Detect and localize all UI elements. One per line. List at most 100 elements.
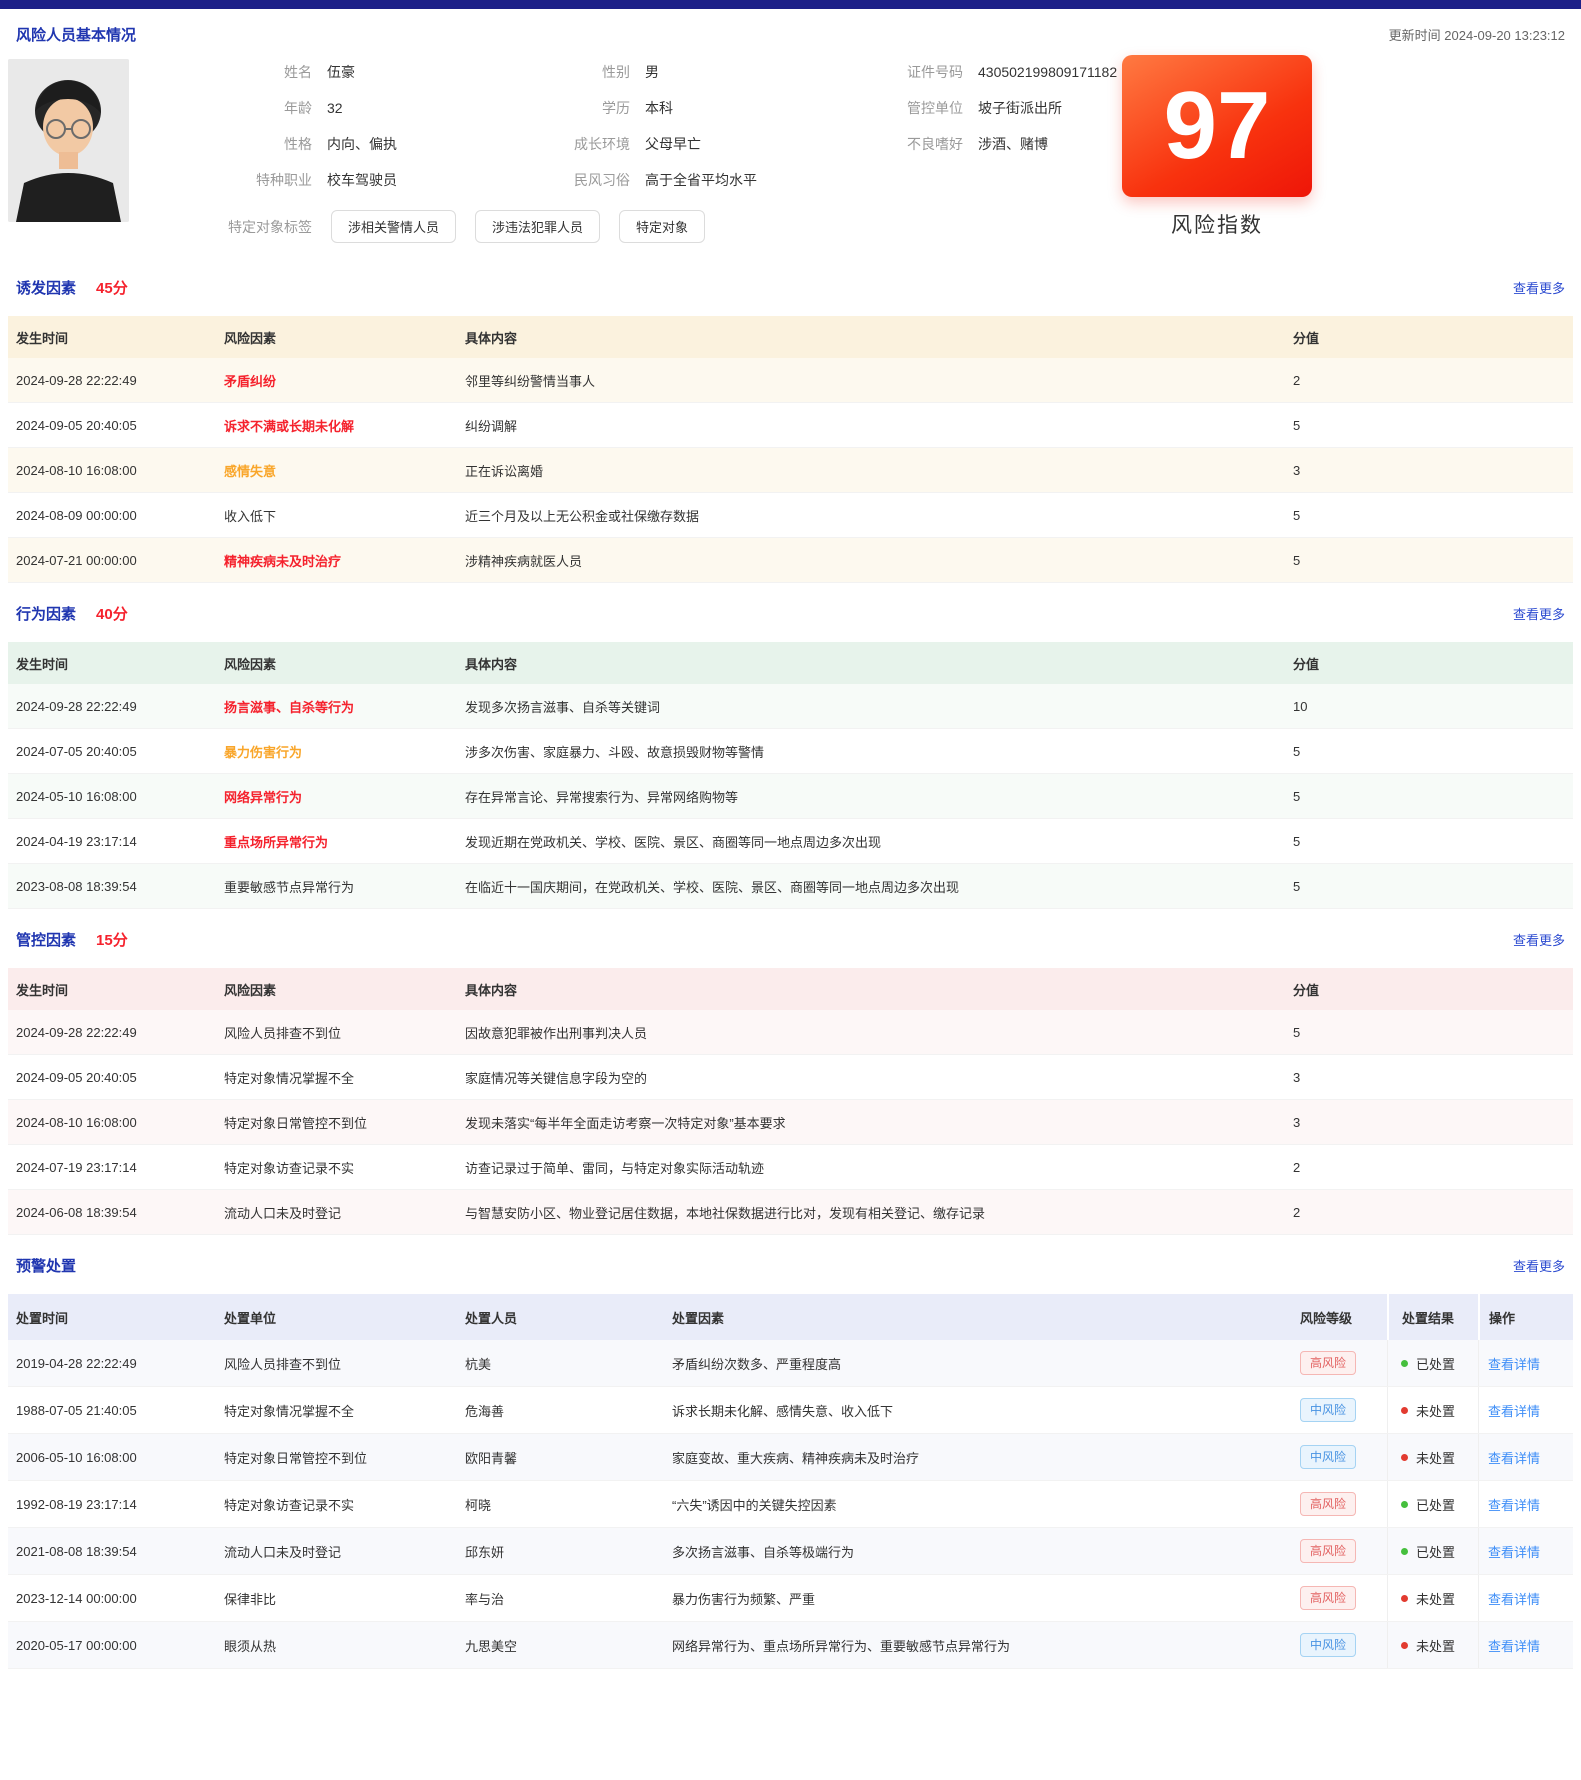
section-title: 行为因素 [16, 603, 76, 624]
see-more-link[interactable]: 查看更多 [1513, 1256, 1565, 1275]
cell-time: 2006-05-10 16:08:00 [8, 1450, 224, 1465]
table-row: 2024-08-10 16:08:00 感情失意 正在诉讼离婚 3 [8, 448, 1573, 493]
status-dot [1401, 1501, 1408, 1508]
view-detail-link[interactable]: 查看详情 [1488, 1448, 1540, 1467]
field-value: 高于全省平均水平 [645, 170, 757, 190]
cell-factor: 风险人员排查不到位 [224, 1023, 465, 1042]
view-detail-link[interactable]: 查看详情 [1488, 1636, 1540, 1655]
see-more-link[interactable]: 查看更多 [1513, 278, 1565, 297]
table-row: 2019-04-28 22:22:49 风险人员排查不到位 杭美 矛盾纠纷次数多… [8, 1340, 1573, 1387]
cell-time: 2024-04-19 23:17:14 [8, 834, 224, 849]
see-more-link[interactable]: 查看更多 [1513, 604, 1565, 623]
field-label: 管控单位 [803, 98, 963, 118]
field-label: 特种职业 [148, 170, 312, 190]
view-detail-link[interactable]: 查看详情 [1488, 1495, 1540, 1514]
cell-time: 2019-04-28 22:22:49 [8, 1356, 224, 1371]
behavior-factors-table: 发生时间 风险因素 具体内容 分值 2024-09-28 22:22:49 扬言… [8, 642, 1573, 909]
cell-time: 2023-08-08 18:39:54 [8, 879, 224, 894]
cell-score: 5 [1285, 1025, 1573, 1040]
field-value: 男 [645, 62, 659, 82]
cell-content: 在临近十一国庆期间，在党政机关、学校、医院、景区、商圈等同一地点周边多次出现 [465, 877, 1285, 896]
cell-content: 存在异常言论、异常搜索行为、异常网络购物等 [465, 787, 1285, 806]
field-value: 本科 [645, 98, 673, 118]
cell-time: 2024-09-28 22:22:49 [8, 373, 224, 388]
cell-score: 3 [1285, 463, 1573, 478]
field-bad-habits: 不良嗜好 涉酒、赌博 [803, 133, 1117, 154]
cell-action: 查看详情 [1478, 1387, 1573, 1433]
cell-factor: 扬言滋事、自杀等行为 [224, 697, 465, 716]
field-upbringing: 成长环境 父母早亡 [470, 133, 757, 154]
cell-action: 查看详情 [1478, 1340, 1573, 1386]
cell-factor: 诉求长期未化解、感情失意、收入低下 [672, 1401, 1292, 1420]
section-inducing-factors: 诱发因素 45分 查看更多 发生时间 风险因素 具体内容 分值 2024-09-… [8, 257, 1573, 583]
table-row: 2020-05-17 00:00:00 眼须从热 九思美空 网络异常行为、重点场… [8, 1622, 1573, 1669]
cell-time: 2024-07-21 00:00:00 [8, 553, 224, 568]
cell-person: 危海善 [465, 1401, 672, 1420]
cell-content: 涉精神疾病就医人员 [465, 551, 1285, 570]
section-score: 15分 [96, 929, 128, 950]
cell-result: 未处置 [1387, 1387, 1478, 1433]
field-personality: 性格 内向、偏执 [148, 133, 397, 154]
table-header-row: 处置时间 处置单位 处置人员 处置因素 风险等级 处置结果 操作 [8, 1294, 1573, 1340]
inducing-factors-table: 发生时间 风险因素 具体内容 分值 2024-09-28 22:22:49 矛盾… [8, 316, 1573, 583]
special-target-tags-row: 特定对象标签 涉相关警情人员 涉违法犯罪人员 特定对象 [148, 210, 705, 243]
cell-factor: 矛盾纠纷 [224, 371, 465, 390]
cell-factor: 重点场所异常行为 [224, 832, 465, 851]
cell-time: 2020-05-17 00:00:00 [8, 1638, 224, 1653]
cell-result: 未处置 [1387, 1622, 1478, 1668]
table-row: 2024-08-09 00:00:00 收入低下 近三个月及以上无公积金或社保缴… [8, 493, 1573, 538]
profile-fields-column-2: 性别 男 学历 本科 成长环境 父母早亡 民风习俗 高于全省平均水平 [470, 61, 757, 205]
field-label: 姓名 [148, 62, 312, 82]
table-header-row: 发生时间 风险因素 具体内容 分值 [8, 642, 1573, 684]
cell-content: 近三个月及以上无公积金或社保缴存数据 [465, 506, 1285, 525]
cell-level: 高风险 [1292, 1586, 1387, 1610]
cell-score: 5 [1285, 834, 1573, 849]
col-header-action: 操作 [1478, 1294, 1573, 1340]
table-row: 2024-07-05 20:40:05 暴力伤害行为 涉多次伤害、家庭暴力、斗殴… [8, 729, 1573, 774]
table-row: 1992-08-19 23:17:14 特定对象访查记录不实 柯晓 “六失”诱因… [8, 1481, 1573, 1528]
cell-factor: 暴力伤害行为 [224, 742, 465, 761]
cell-content: 访查记录过于简单、雷同，与特定对象实际活动轨迹 [465, 1158, 1285, 1177]
field-gender: 性别 男 [470, 61, 757, 82]
tag-police-incident: 涉相关警情人员 [331, 210, 456, 243]
view-detail-link[interactable]: 查看详情 [1488, 1589, 1540, 1608]
section-header: 管控因素 15分 查看更多 [8, 909, 1573, 968]
col-header-score: 分值 [1285, 654, 1573, 673]
table-header-row: 发生时间 风险因素 具体内容 分值 [8, 968, 1573, 1010]
view-detail-link[interactable]: 查看详情 [1488, 1401, 1540, 1420]
section-title: 管控因素 [16, 929, 76, 950]
cell-factor: 暴力伤害行为频繁、严重 [672, 1589, 1292, 1608]
view-detail-link[interactable]: 查看详情 [1488, 1354, 1540, 1373]
cell-content: 因故意犯罪被作出刑事判决人员 [465, 1023, 1285, 1042]
cell-time: 1988-07-05 21:40:05 [8, 1403, 224, 1418]
table-row: 2021-08-08 18:39:54 流动人口未及时登记 邱东妍 多次扬言滋事… [8, 1528, 1573, 1575]
field-label: 成长环境 [470, 134, 630, 154]
cell-score: 2 [1285, 373, 1573, 388]
field-education: 学历 本科 [470, 97, 757, 118]
table-row: 1988-07-05 21:40:05 特定对象情况掌握不全 危海善 诉求长期未… [8, 1387, 1573, 1434]
cell-time: 1992-08-19 23:17:14 [8, 1497, 224, 1512]
cell-person: 柯晓 [465, 1495, 672, 1514]
cell-result: 已处置 [1387, 1481, 1478, 1527]
risk-level-badge: 高风险 [1300, 1351, 1356, 1375]
section-title: 预警处置 [16, 1255, 76, 1276]
cell-person: 率与治 [465, 1589, 672, 1608]
cell-person: 邱东妍 [465, 1542, 672, 1561]
person-portrait-illustration [8, 59, 129, 222]
cell-score: 2 [1285, 1205, 1573, 1220]
alert-disposal-table: 处置时间 处置单位 处置人员 处置因素 风险等级 处置结果 操作 2019-04… [8, 1294, 1573, 1669]
risk-level-badge: 高风险 [1300, 1539, 1356, 1563]
field-value: 内向、偏执 [327, 134, 397, 154]
see-more-link[interactable]: 查看更多 [1513, 930, 1565, 949]
cell-time: 2024-05-10 16:08:00 [8, 789, 224, 804]
view-detail-link[interactable]: 查看详情 [1488, 1542, 1540, 1561]
table-row: 2023-12-14 00:00:00 保律非比 率与治 暴力伤害行为频繁、严重… [8, 1575, 1573, 1622]
risk-score-label: 风险指数 [1122, 209, 1312, 239]
cell-content: 家庭情况等关键信息字段为空的 [465, 1068, 1285, 1087]
cell-factor: 感情失意 [224, 461, 465, 480]
field-value: 32 [327, 100, 343, 116]
cell-factor: 矛盾纠纷次数多、严重程度高 [672, 1354, 1292, 1373]
col-header-content: 具体内容 [465, 654, 1285, 673]
cell-level: 中风险 [1292, 1398, 1387, 1422]
col-header-time: 发生时间 [8, 980, 224, 999]
